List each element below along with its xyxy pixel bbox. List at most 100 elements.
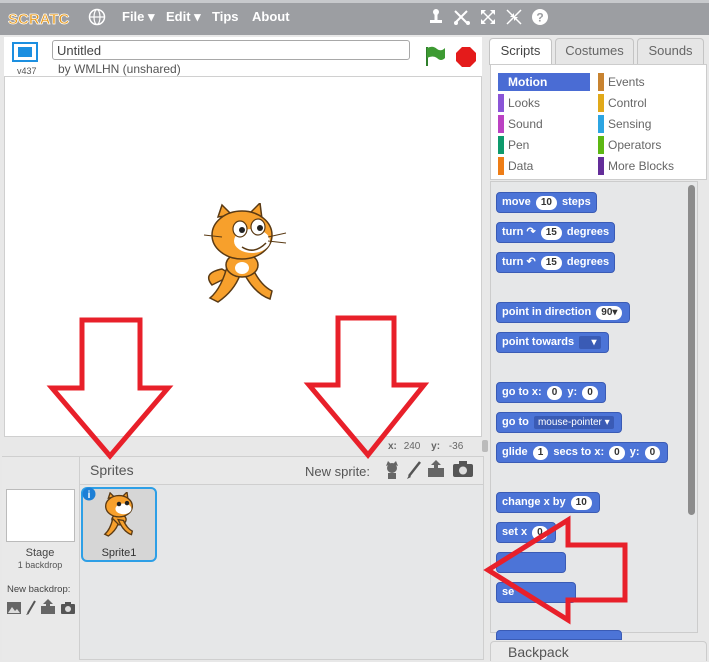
category-label: Operators bbox=[608, 138, 662, 152]
block-glide-y-label: y: bbox=[629, 446, 640, 458]
paint-new-sprite-icon[interactable] bbox=[405, 460, 423, 485]
sprite-name: Sprite1 bbox=[101, 547, 137, 559]
block-change-x-input[interactable]: 10 bbox=[570, 496, 592, 510]
category-label: Control bbox=[608, 96, 647, 110]
menu-about[interactable]: About bbox=[252, 9, 290, 24]
x-value: 240 bbox=[403, 441, 421, 452]
block-set-x-input[interactable]: 0 bbox=[532, 526, 548, 540]
block-glide-secs-input[interactable]: 1 bbox=[532, 446, 549, 460]
block-cutoff[interactable] bbox=[496, 630, 622, 640]
block-turn-ccw-input[interactable]: 15 bbox=[540, 256, 562, 270]
block-turn-clockwise[interactable]: turn ↷ 15 degrees bbox=[496, 222, 616, 243]
camera-sprite-icon[interactable] bbox=[452, 460, 474, 483]
backdrop-library-icon[interactable] bbox=[6, 601, 22, 620]
svg-text:?: ? bbox=[536, 11, 543, 25]
block-point-towards-label: point towards bbox=[502, 336, 575, 348]
category-control[interactable]: Control bbox=[598, 94, 703, 112]
category-swatch bbox=[498, 73, 504, 91]
block-go-to[interactable]: go to mouse-pointer ▾ bbox=[496, 412, 622, 433]
category-swatch bbox=[598, 94, 604, 112]
stamp-icon[interactable] bbox=[426, 7, 446, 27]
block-change-x[interactable]: change x by 10 bbox=[496, 492, 600, 513]
block-goto-dropdown[interactable]: mouse-pointer ▾ bbox=[533, 416, 614, 429]
help-icon[interactable]: ? bbox=[530, 7, 550, 27]
category-data[interactable]: Data bbox=[498, 157, 590, 175]
tab-costumes[interactable]: Costumes bbox=[555, 38, 634, 64]
block-point-dir-input[interactable]: 90▾ bbox=[596, 306, 623, 320]
category-events[interactable]: Events bbox=[598, 73, 703, 91]
block-goto-y-input[interactable]: 0 bbox=[582, 386, 598, 400]
category-pen[interactable]: Pen bbox=[498, 136, 590, 154]
block-glide-y-input[interactable]: 0 bbox=[644, 446, 661, 460]
presentation-mode-icon[interactable] bbox=[12, 42, 38, 69]
scratch-logo[interactable]: SCRATCH bbox=[6, 6, 81, 30]
block-glide[interactable]: glide 1 secs to x: 0 y: 0 bbox=[496, 442, 669, 463]
menu-tips[interactable]: Tips bbox=[212, 9, 239, 24]
block-partial[interactable] bbox=[496, 552, 566, 573]
block-goto-label: go to bbox=[502, 416, 529, 428]
category-label: More Blocks bbox=[608, 159, 675, 173]
block-goto-x-input[interactable]: 0 bbox=[546, 386, 563, 400]
backdrop-count: 1 backdrop bbox=[17, 560, 63, 570]
svg-text:i: i bbox=[88, 490, 91, 501]
shrink-icon[interactable] bbox=[504, 7, 524, 27]
sprite-library-icon[interactable] bbox=[382, 460, 402, 485]
backpack-panel[interactable]: Backpack bbox=[490, 641, 707, 661]
y-value: -36 bbox=[448, 441, 464, 452]
block-goto-value: mouse-pointer bbox=[537, 417, 602, 428]
paint-backdrop-icon[interactable] bbox=[25, 600, 37, 621]
rotate-counterclockwise-icon: ↶ bbox=[526, 256, 536, 268]
stage-collapse-handle[interactable] bbox=[482, 440, 488, 452]
globe-icon[interactable] bbox=[88, 8, 108, 28]
category-swatch bbox=[598, 73, 604, 91]
category-swatch bbox=[598, 115, 604, 133]
category-sensing[interactable]: Sensing bbox=[598, 115, 703, 133]
cat-sprite-on-stage[interactable] bbox=[192, 201, 292, 316]
category-looks[interactable]: Looks bbox=[498, 94, 590, 112]
block-point-towards[interactable]: point towards ▾ bbox=[496, 332, 609, 353]
category-swatch bbox=[598, 157, 604, 175]
x-label: x: bbox=[388, 441, 397, 452]
upload-sprite-icon[interactable] bbox=[426, 459, 446, 484]
category-label: Data bbox=[508, 159, 534, 173]
green-flag-icon[interactable] bbox=[424, 45, 446, 72]
menu-file[interactable]: File ▾ bbox=[122, 9, 155, 25]
block-turn-ccw-label: turn bbox=[502, 256, 524, 268]
cut-icon[interactable] bbox=[452, 7, 472, 27]
block-goto-xy-label: go to x: bbox=[502, 386, 542, 398]
rotate-clockwise-icon: ↷ bbox=[526, 226, 536, 238]
stage-thumbnail[interactable] bbox=[6, 489, 75, 542]
stop-icon[interactable] bbox=[455, 46, 477, 73]
sprite-info-icon[interactable]: i bbox=[82, 487, 96, 506]
block-glide-label: glide bbox=[502, 446, 528, 458]
tab-scripts[interactable]: Scripts bbox=[489, 38, 552, 65]
block-glide-x-input[interactable]: 0 bbox=[609, 446, 625, 460]
grow-icon[interactable] bbox=[478, 7, 498, 27]
upload-backdrop-icon[interactable] bbox=[40, 599, 56, 620]
block-go-to-xy[interactable]: go to x: 0 y: 0 bbox=[496, 382, 606, 403]
project-title-input[interactable] bbox=[52, 40, 410, 60]
category-operators[interactable]: Operators bbox=[598, 136, 703, 154]
block-turn-cw-input[interactable]: 15 bbox=[540, 226, 562, 240]
block-move[interactable]: move 10 steps bbox=[496, 192, 597, 213]
category-more-blocks[interactable]: More Blocks bbox=[598, 157, 703, 175]
block-point-in-direction[interactable]: point in direction 90▾ bbox=[496, 302, 631, 323]
camera-backdrop-icon[interactable] bbox=[60, 601, 76, 620]
block-se[interactable]: se bbox=[496, 582, 576, 603]
category-swatch bbox=[498, 115, 504, 133]
block-change-x-label: change x by bbox=[502, 496, 566, 508]
tab-sounds[interactable]: Sounds bbox=[637, 38, 704, 64]
block-move-suffix: steps bbox=[562, 196, 591, 208]
block-point-towards-dropdown[interactable]: ▾ bbox=[579, 336, 601, 349]
block-set-x[interactable]: set x 0 bbox=[496, 522, 556, 543]
palette-scrollbar[interactable] bbox=[688, 185, 695, 515]
category-sound[interactable]: Sound bbox=[498, 115, 590, 133]
category-label: Pen bbox=[508, 138, 530, 152]
category-motion[interactable]: Motion bbox=[498, 73, 590, 91]
block-turn-counterclockwise[interactable]: turn ↶ 15 degrees bbox=[496, 252, 616, 273]
menu-edit[interactable]: Edit ▾ bbox=[166, 9, 201, 25]
block-set-x-label: set x bbox=[502, 526, 528, 538]
block-move-input[interactable]: 10 bbox=[535, 196, 557, 210]
category-swatch bbox=[498, 157, 504, 175]
category-swatch bbox=[598, 136, 604, 154]
